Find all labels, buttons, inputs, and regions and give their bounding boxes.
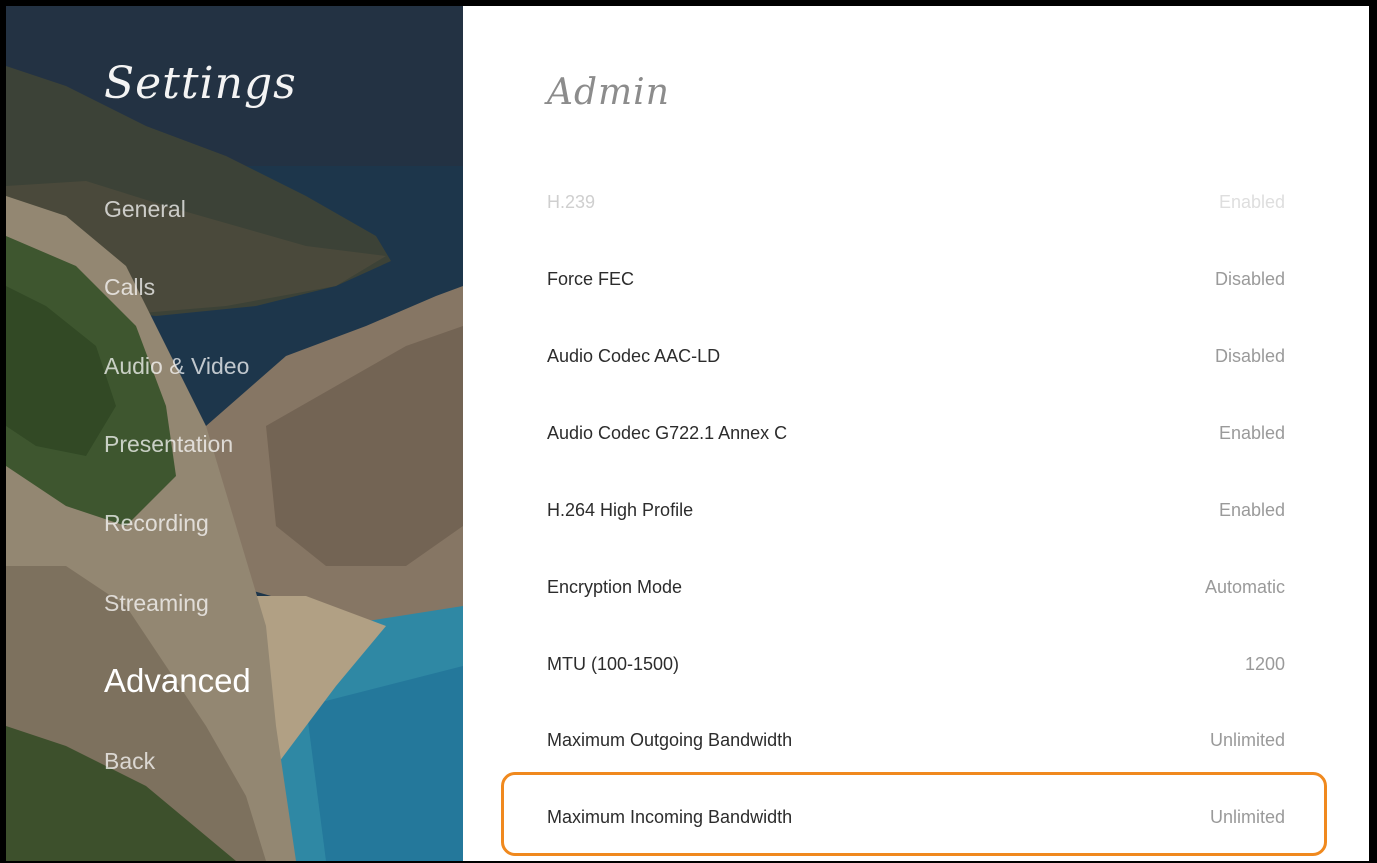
setting-value: Enabled bbox=[1218, 423, 1285, 443]
sidebar-title: Settings bbox=[104, 58, 297, 109]
setting-row-encryption-mode[interactable]: Encryption Mode Automatic bbox=[547, 567, 1285, 607]
setting-label: H.239 bbox=[547, 192, 596, 212]
setting-value: Enabled bbox=[1218, 500, 1285, 520]
sidebar-item-streaming[interactable]: Streaming bbox=[104, 590, 209, 617]
setting-label: H.264 High Profile bbox=[547, 500, 694, 520]
main-panel: Admin H.239 Enabled Force FEC Disabled A… bbox=[463, 6, 1369, 861]
setting-row-max-incoming-bandwidth[interactable]: Maximum Incoming Bandwidth Unlimited bbox=[547, 797, 1285, 837]
sidebar-item-presentation[interactable]: Presentation bbox=[104, 431, 233, 458]
setting-value: 1200 bbox=[1244, 654, 1285, 674]
page-title: Admin bbox=[547, 72, 670, 113]
setting-value: Unlimited bbox=[1209, 730, 1285, 750]
setting-value: Enabled bbox=[1218, 192, 1285, 212]
setting-row-audio-codec-aac-ld[interactable]: Audio Codec AAC-LD Disabled bbox=[547, 336, 1285, 376]
sidebar-item-general[interactable]: General bbox=[104, 196, 186, 223]
sidebar-item-back[interactable]: Back bbox=[104, 748, 155, 775]
sidebar-item-advanced[interactable]: Advanced bbox=[104, 662, 251, 700]
setting-label: Maximum Incoming Bandwidth bbox=[547, 807, 793, 827]
setting-value: Automatic bbox=[1204, 577, 1285, 597]
setting-row-h239[interactable]: H.239 Enabled bbox=[547, 182, 1285, 222]
sidebar-item-audio-video[interactable]: Audio & Video bbox=[104, 353, 249, 380]
settings-window: Settings General Calls Audio & Video Pre… bbox=[6, 6, 1369, 861]
setting-row-audio-codec-g7221[interactable]: Audio Codec G722.1 Annex C Enabled bbox=[547, 413, 1285, 453]
sidebar-item-recording[interactable]: Recording bbox=[104, 510, 209, 537]
setting-label: Maximum Outgoing Bandwidth bbox=[547, 730, 793, 750]
setting-row-max-outgoing-bandwidth[interactable]: Maximum Outgoing Bandwidth Unlimited bbox=[547, 720, 1285, 760]
setting-row-h264-high-profile[interactable]: H.264 High Profile Enabled bbox=[547, 490, 1285, 530]
sidebar-item-calls[interactable]: Calls bbox=[104, 274, 155, 301]
setting-label: MTU (100-1500) bbox=[547, 654, 680, 674]
setting-label: Audio Codec AAC-LD bbox=[547, 346, 721, 366]
setting-row-force-fec[interactable]: Force FEC Disabled bbox=[547, 259, 1285, 299]
setting-value: Disabled bbox=[1214, 346, 1285, 366]
setting-label: Encryption Mode bbox=[547, 577, 683, 597]
setting-label: Force FEC bbox=[547, 269, 635, 289]
setting-row-mtu[interactable]: MTU (100-1500) 1200 bbox=[547, 644, 1285, 684]
sidebar-overlay bbox=[6, 6, 463, 861]
setting-label: Audio Codec G722.1 Annex C bbox=[547, 423, 788, 443]
setting-value: Disabled bbox=[1214, 269, 1285, 289]
sidebar: Settings General Calls Audio & Video Pre… bbox=[6, 6, 463, 861]
setting-value: Unlimited bbox=[1209, 807, 1285, 827]
